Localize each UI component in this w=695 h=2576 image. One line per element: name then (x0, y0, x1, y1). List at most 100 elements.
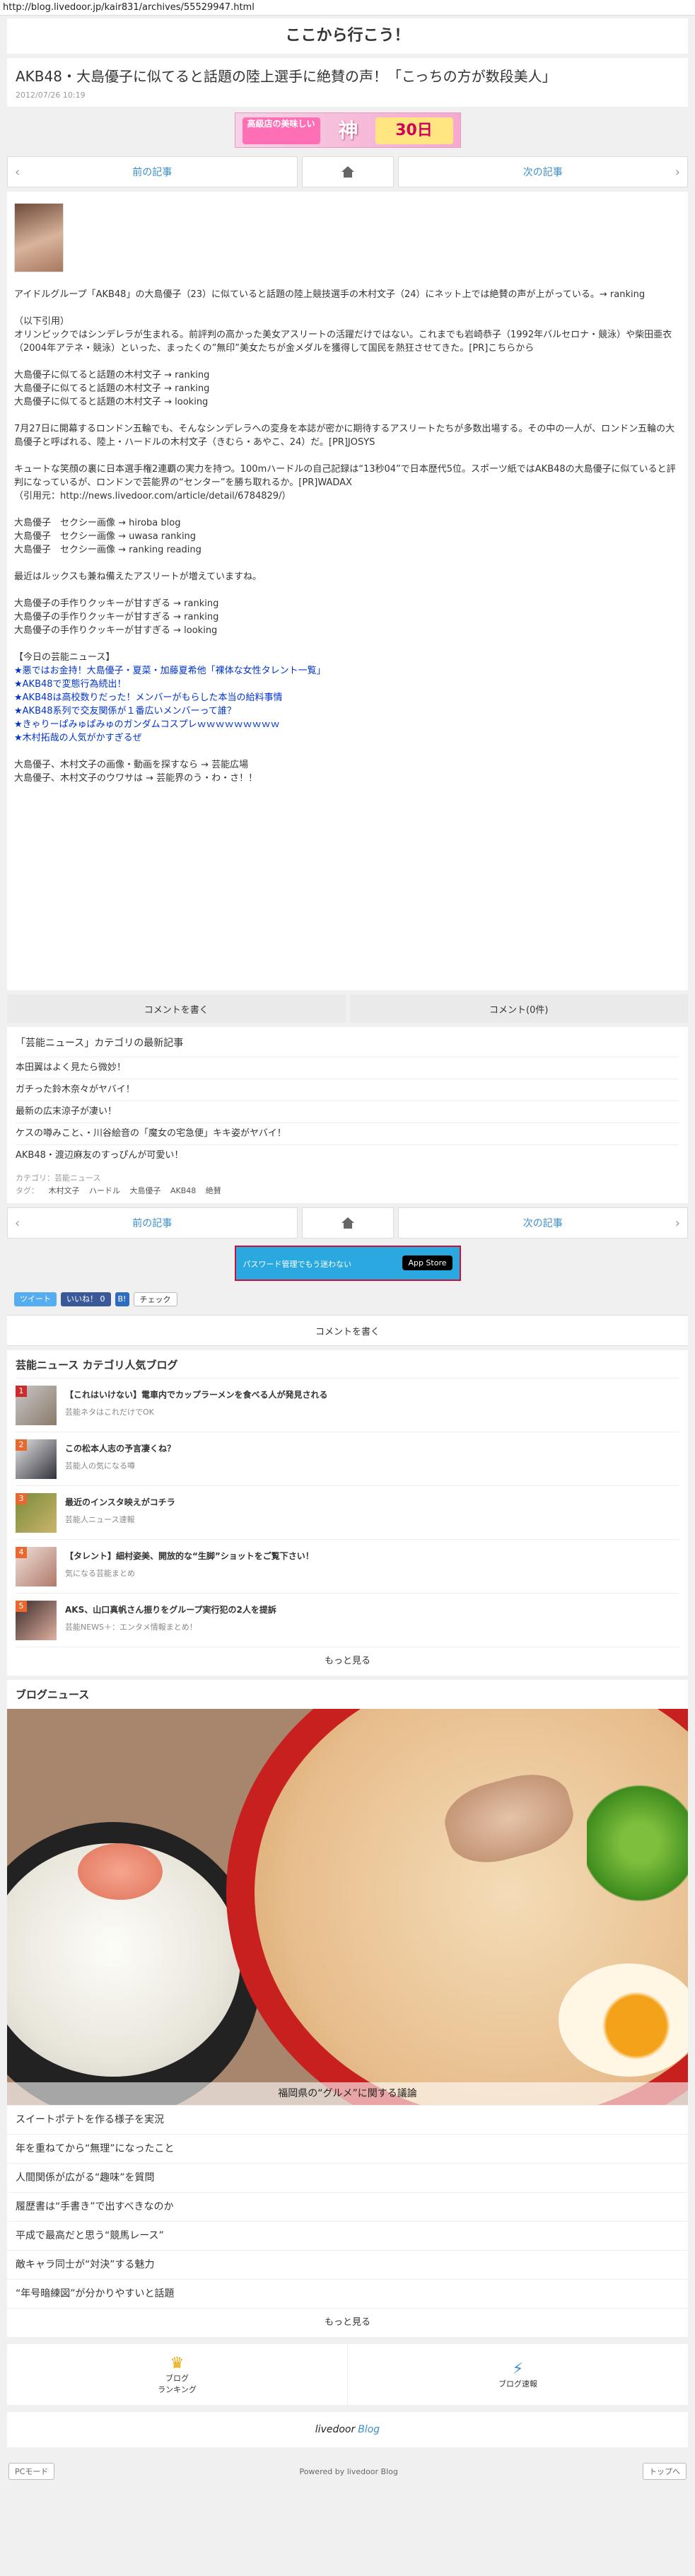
hatena-bookmark-icon[interactable]: B! (115, 1292, 129, 1306)
link-line[interactable]: 大島優子、木村文子のウワサは → 芸能界のう・わ・さ！！ (14, 772, 681, 785)
prev-label: 前の記事 (132, 1218, 173, 1229)
news-link[interactable]: ★悪ではお金持！大島優子・夏菜・加藤夏希他「裸体な女性タレント一覧」 (14, 664, 681, 678)
rank-item[interactable]: 3 最近のインスタ映えがコチラ 芸能人ニュース速報 (16, 1485, 679, 1539)
paragraph: 7月27日に開幕するロンドン五輪でも、そんなシンデレラへの変身を本誌が密かに期待… (14, 424, 675, 448)
home-button[interactable] (301, 1207, 394, 1238)
next-label: 次の記事 (522, 167, 563, 178)
link-line[interactable]: 大島優子 セクシー画像 → hiroba blog (14, 516, 681, 530)
rank-item[interactable]: 5 AKS、山口真帆さん振りをグループ実行犯の2人を提訴 芸能NEWS＋：エンタメ… (16, 1593, 679, 1647)
more-button[interactable]: もっと見る (7, 2308, 688, 2337)
prev-label: 前の記事 (132, 167, 173, 178)
link-line[interactable]: 大島優子の手作りクッキーが甘すぎる → ranking (14, 597, 681, 610)
rank-title: 【タレント】細村姿美、開放的な“生脚”ショットをご覧下さい！ (65, 1551, 314, 1561)
list-item[interactable]: ケスの噂みこと、・川谷絵音の「魔女の宅急便」キキ姿がヤバイ！ (16, 1122, 679, 1144)
mid-banner[interactable]: パスワード管理でもう迷わない App Store (0, 1246, 695, 1284)
news-link[interactable]: ★AKB48で変態行為続出！ (14, 678, 681, 691)
blog-speed-link[interactable]: ⚡ ブログ速報 (348, 2344, 688, 2405)
write-comment-button[interactable]: コメントを書く (7, 994, 346, 1023)
crown-icon: ♛ (170, 2354, 185, 2372)
paragraph: 最近はルックスも兼ね備えたアスリートが増えていますね。 (14, 572, 262, 582)
pc-mode-button[interactable]: PCモード (8, 2463, 55, 2480)
comment-count-button[interactable]: コメント(0件) (349, 994, 688, 1023)
rank-item[interactable]: 1 【これはいけない】電車内でカップラーメンを食べる人が発見される 芸能ネタはこれ… (16, 1378, 679, 1432)
rank-number: 2 (16, 1439, 27, 1451)
tag-link[interactable]: AKB48 (170, 1186, 196, 1195)
back-to-top-button[interactable]: トップへ (643, 2463, 687, 2480)
app-store-badge: App Store (402, 1255, 452, 1270)
list-item[interactable]: 最新の広末涼子が凄い！ (16, 1101, 679, 1122)
check-button[interactable]: チェック (133, 1292, 177, 1306)
tag-link[interactable]: 大島優子 (130, 1186, 161, 1195)
site-title[interactable]: ここから行こう！ (7, 18, 688, 54)
list-item[interactable]: 年を重ねてから“無理”になったこと (7, 2134, 688, 2163)
list-item[interactable]: 履歴書は“手書き”で出すべきなのか (7, 2192, 688, 2221)
ad-banner[interactable]: パスワード管理でもう迷わない App Store (234, 1246, 461, 1281)
prev-article-button[interactable]: ‹ 前の記事 (7, 1207, 298, 1238)
blog-ranking-link[interactable]: ♛ ブログ ランキング (7, 2344, 348, 2405)
link-line[interactable]: 大島優子の手作りクッキーが甘すぎる → looking (14, 624, 681, 637)
speed-label: ブログ速報 (498, 2379, 537, 2389)
quote-paragraph: オリンピックではシンデレラが生まれる。前評判の高かった美女アスリートの活躍だけで… (14, 330, 672, 354)
rank-thumbnail: 1 (16, 1386, 57, 1425)
facebook-like-button[interactable]: いいね！ 0 (61, 1292, 111, 1306)
list-item[interactable]: 平成で最高だと思う“競馬レース” (7, 2221, 688, 2250)
home-button[interactable] (301, 156, 394, 187)
featured-photo[interactable]: 福岡県の“グルメ”に関する議論 (7, 1709, 688, 2105)
rank-thumbnail: 3 (16, 1493, 57, 1533)
article-thumbnail[interactable] (14, 203, 64, 272)
rank-thumbnail: 2 (16, 1439, 57, 1479)
list-item[interactable]: AKB48・渡辺麻友のすっぴんが可愛い！ (16, 1144, 679, 1166)
news-link[interactable]: ★木村拓哉の人気がかすぎるぜ (14, 731, 681, 745)
banner-text-2: 神 (338, 119, 358, 142)
link-line[interactable]: 大島優子に似てると話題の木村文子 → ranking (14, 369, 681, 382)
home-icon (341, 1217, 354, 1229)
rank-blog-name: 芸能ネタはこれだけでOK (65, 1408, 154, 1417)
link-line[interactable]: 大島優子に似てると話題の木村文子 → ranking (14, 382, 681, 395)
tag-link[interactable]: ハードル (89, 1186, 120, 1195)
rank-number: 4 (16, 1547, 27, 1558)
next-article-button[interactable]: 次の記事 › (397, 156, 688, 187)
citation: （引用元：http://news.livedoor.com/article/de… (14, 491, 291, 501)
ad-banner[interactable]: 高級店の美味しい 神 30日 (234, 112, 461, 148)
livedoor-blog-logo[interactable]: livedoor Blog (7, 2412, 688, 2447)
category-link[interactable]: 芸能ニュース (54, 1173, 100, 1183)
tweet-button[interactable]: ツイート (14, 1292, 57, 1306)
list-item[interactable]: 敵キャラ同士が“対決”する魅力 (7, 2250, 688, 2279)
list-item[interactable]: 人間関係が広がる“趣味”を質問 (7, 2163, 688, 2192)
tag-link[interactable]: 木村文子 (49, 1186, 80, 1195)
chevron-right-icon: › (674, 1215, 680, 1231)
next-article-button[interactable]: 次の記事 › (397, 1207, 688, 1238)
top-banner[interactable]: 高級店の美味しい 神 30日 (0, 112, 695, 151)
blog-news-heading: ブログニュース (16, 1688, 90, 1701)
paragraph: キュートな笑顔の裏に日本選手権2連覇の実力を持つ。100mハードルの自己記録は“… (14, 464, 676, 488)
link-line[interactable]: 大島優子の手作りクッキーが甘すぎる → ranking (14, 610, 681, 624)
news-link[interactable]: ★AKB48は高校数りだった！メンバーがもらした本当の給料事情 (14, 691, 681, 704)
link-line[interactable]: 大島優子 セクシー画像 → uwasa ranking (14, 530, 681, 543)
rank-blog-name: 芸能人の気になる噂 (65, 1461, 135, 1470)
rank-blog-name: 気になる芸能まとめ (65, 1569, 135, 1578)
article-date: 2012/07/26 10:19 (16, 91, 86, 100)
powered-by: Powered by livedoor Blog (299, 2466, 398, 2476)
tag-link[interactable]: 絶賛 (206, 1186, 221, 1195)
ranking-heading: 芸能ニュース カテゴリ人気ブログ (16, 1359, 178, 1371)
news-link[interactable]: ★きゃりーぱみゅぱみゅのガンダムコスプレｗｗｗｗｗｗｗｗｗ (14, 718, 681, 731)
rank-item[interactable]: 2 この松本人志の予言凄くね？ 芸能人の気になる噂 (16, 1432, 679, 1485)
more-button[interactable]: もっと見る (16, 1647, 679, 1676)
link-line[interactable]: 大島優子 セクシー画像 → ranking reading (14, 543, 681, 557)
url-bar[interactable]: http://blog.livedoor.jp/kair831/archives… (0, 0, 695, 16)
rank-item[interactable]: 4 【タレント】細村姿美、開放的な“生脚”ショットをご覧下さい！ 気になる芸能まと… (16, 1539, 679, 1593)
list-item[interactable]: “年号暗練図”が分かりやすいと話題 (7, 2279, 688, 2308)
footer-nav: ♛ ブログ ランキング ⚡ ブログ速報 (7, 2344, 688, 2405)
link-line[interactable]: 大島優子、木村文子の画像・動画を探すなら → 芸能広場 (14, 758, 681, 772)
news-link[interactable]: ★AKB48系列で交友関係が１番広いメンバーって誰？ (14, 704, 681, 718)
link-line[interactable]: 大島優子に似てると話題の木村文子 → looking (14, 395, 681, 409)
list-item[interactable]: 本田翼はよく見たら微妙！ (16, 1057, 679, 1079)
list-item[interactable]: ガチった鈴木奈々がヤバイ！ (16, 1079, 679, 1101)
list-item[interactable]: スイートポテトを作る様子を実況 (7, 2105, 688, 2134)
write-comment-link[interactable]: コメントを書く (7, 1315, 688, 1346)
prev-article-button[interactable]: ‹ 前の記事 (7, 156, 298, 187)
rank-number: 3 (16, 1493, 27, 1504)
ranking-label-1: ブログ (165, 2373, 189, 2383)
quote-head: （以下引用） (14, 316, 70, 327)
comment-row: コメントを書く コメント(0件) (7, 994, 688, 1023)
